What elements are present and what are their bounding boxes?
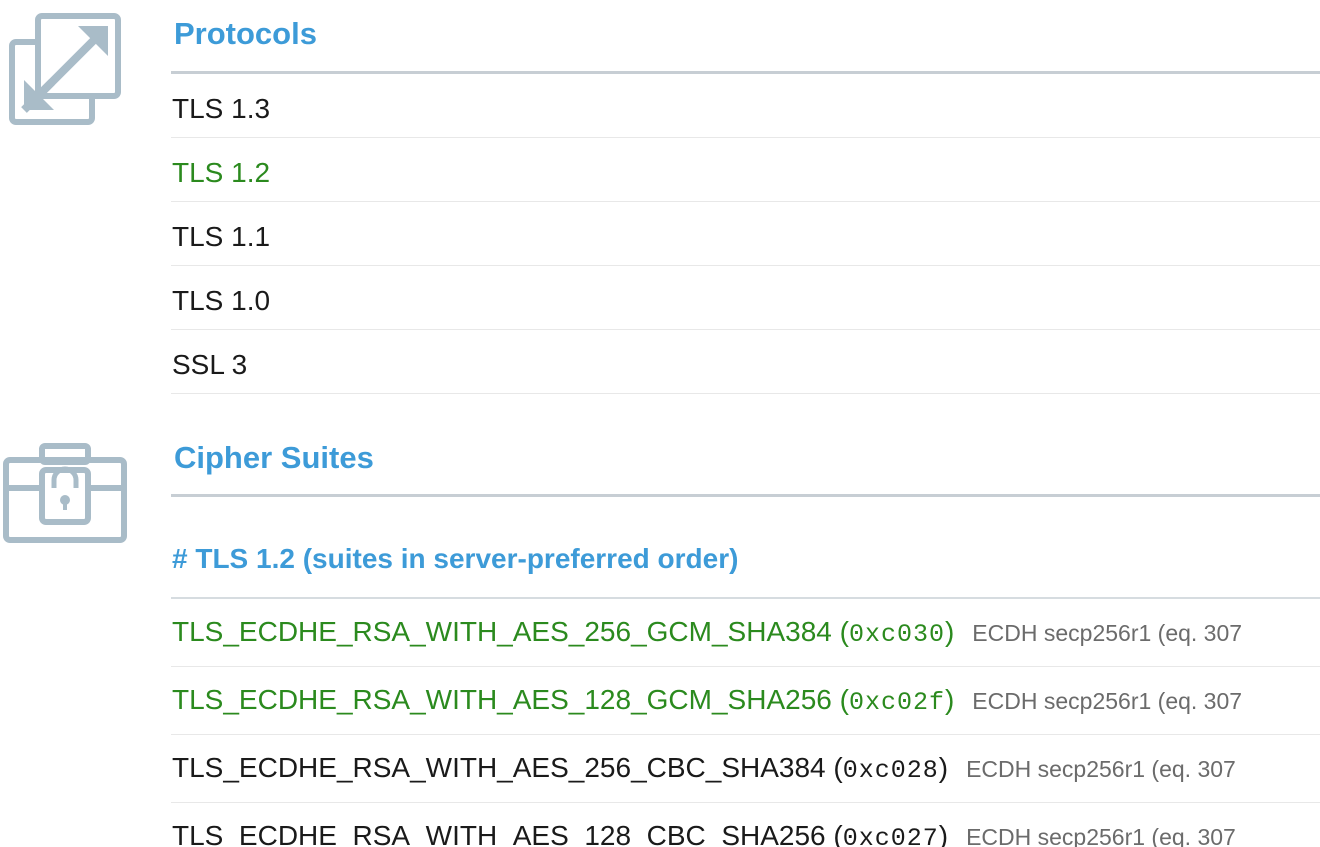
cipher-suite-entry: TLS_ECDHE_RSA_WITH_AES_128_GCM_SHA256 (0… — [172, 684, 1243, 717]
cipher-suite-row: TLS_ECDHE_RSA_WITH_AES_256_GCM_SHA384 (0… — [171, 599, 1320, 667]
cipher-code-close: ) — [938, 820, 949, 847]
protocols-title: Protocols — [174, 16, 317, 51]
cipher-key-exchange: ECDH secp256r1 (eq. 307 — [972, 620, 1243, 646]
expand-arrows-icon — [9, 13, 121, 125]
cipher-key-exchange: ECDH secp256r1 (eq. 307 — [972, 688, 1243, 714]
cipher-key-exchange: ECDH secp256r1 (eq. 307 — [966, 756, 1236, 782]
protocol-label: SSL 3 — [172, 349, 248, 380]
cipher-code-close: ) — [938, 752, 949, 783]
protocol-row: TLS 1.3 — [171, 74, 1320, 138]
protocol-row: TLS 1.0 — [171, 266, 1320, 330]
cipher-suite-code: 0xc02f — [848, 688, 945, 717]
protocol-row: TLS 1.2 — [171, 138, 1320, 202]
cipher-suite-entry: TLS_ECDHE_RSA_WITH_AES_128_CBC_SHA256 (0… — [172, 822, 1236, 847]
cipher-suite-row: TLS_ECDHE_RSA_WITH_AES_256_CBC_SHA384 (0… — [171, 735, 1320, 803]
cipher-code-open: ( — [831, 616, 849, 647]
cipher-code-close: ) — [944, 684, 955, 715]
cipher-code-open: ( — [825, 752, 843, 783]
cipher-code-open: ( — [825, 820, 843, 847]
cipher-suites-divider — [171, 494, 1320, 497]
protocol-label: TLS 1.0 — [172, 285, 271, 316]
cipher-code-open: ( — [831, 684, 849, 715]
cipher-suite-name: TLS_ECDHE_RSA_WITH_AES_128_CBC_SHA256 — [172, 820, 826, 847]
protocol-row: SSL 3 — [171, 330, 1320, 394]
cipher-suite-name: TLS_ECDHE_RSA_WITH_AES_256_GCM_SHA384 — [172, 616, 832, 647]
ssl-report-page: Protocols TLS 1.3 TLS 1.2 TLS 1.1 TLS 1.… — [0, 0, 1320, 847]
cipher-suites-title: Cipher Suites — [174, 440, 374, 475]
cipher-suite-name: TLS_ECDHE_RSA_WITH_AES_128_GCM_SHA256 — [172, 684, 832, 715]
cipher-code-close: ) — [944, 616, 955, 647]
cipher-key-exchange: ECDH secp256r1 (eq. 307 — [966, 824, 1236, 847]
protocol-label: TLS 1.2 — [172, 157, 271, 188]
cipher-suite-code: 0xc028 — [842, 756, 939, 785]
briefcase-lock-icon — [3, 443, 127, 543]
cipher-suite-row: TLS_ECDHE_RSA_WITH_AES_128_GCM_SHA256 (0… — [171, 667, 1320, 735]
protocol-row: TLS 1.1 — [171, 202, 1320, 266]
cipher-suite-name: TLS_ECDHE_RSA_WITH_AES_256_CBC_SHA384 — [172, 752, 826, 783]
cipher-suite-entry: TLS_ECDHE_RSA_WITH_AES_256_CBC_SHA384 (0… — [172, 752, 1236, 785]
protocol-label: TLS 1.1 — [172, 221, 271, 252]
cipher-suite-code: 0xc027 — [842, 824, 939, 847]
cipher-suite-code: 0xc030 — [848, 620, 945, 649]
protocol-label: TLS 1.3 — [172, 93, 271, 124]
cipher-suite-row: TLS_ECDHE_RSA_WITH_AES_128_CBC_SHA256 (0… — [171, 803, 1320, 847]
cipher-suite-entry: TLS_ECDHE_RSA_WITH_AES_256_GCM_SHA384 (0… — [172, 616, 1243, 649]
cipher-group-heading: # TLS 1.2 (suites in server-preferred or… — [172, 543, 739, 574]
